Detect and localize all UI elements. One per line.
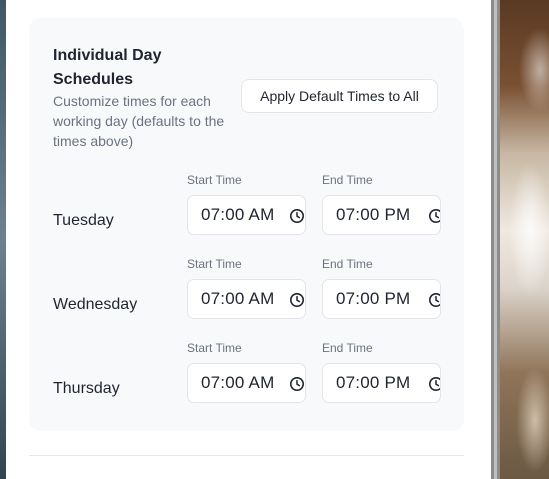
day-row-thursday: Thursday Start Time End Time 07:00 AM 07… (29, 341, 464, 411)
section-description: Customize times for each working day (de… (53, 93, 225, 149)
end-time-input[interactable]: 07:00 PM (322, 279, 441, 319)
end-time-label: End Time (322, 173, 373, 187)
clock-icon[interactable] (428, 208, 441, 224)
day-row-tuesday: Tuesday Start Time End Time 07:00 AM 07:… (29, 173, 464, 243)
apply-default-times-button[interactable]: Apply Default Times to All (241, 79, 438, 113)
end-time-value: 07:00 PM (336, 289, 411, 308)
end-time-label: End Time (322, 341, 373, 355)
day-label: Thursday (53, 380, 120, 397)
end-time-input[interactable]: 07:00 PM (322, 363, 441, 403)
start-time-value: 07:00 AM (201, 205, 275, 224)
start-time-value: 07:00 AM (201, 373, 275, 392)
end-time-value: 07:00 PM (336, 205, 411, 224)
end-time-input[interactable]: 07:00 PM (322, 195, 441, 235)
end-time-label: End Time (322, 257, 373, 271)
clock-icon[interactable] (428, 292, 441, 308)
clock-icon[interactable] (289, 292, 305, 308)
start-time-label: Start Time (187, 341, 242, 355)
start-time-input[interactable]: 07:00 AM (187, 195, 306, 235)
day-row-wednesday: Wednesday Start Time End Time 07:00 AM 0… (29, 257, 464, 327)
panel-edge-divider (491, 0, 500, 479)
day-label: Tuesday (53, 212, 114, 229)
section-divider (29, 455, 464, 456)
start-time-input[interactable]: 07:00 AM (187, 279, 306, 319)
clock-icon[interactable] (428, 376, 441, 392)
end-time-value: 07:00 PM (336, 373, 411, 392)
start-time-input[interactable]: 07:00 AM (187, 363, 306, 403)
section-title: Individual Day Schedules (53, 47, 162, 88)
day-label: Wednesday (53, 296, 138, 313)
background-photo (500, 0, 549, 479)
start-time-label: Start Time (187, 257, 242, 271)
start-time-value: 07:00 AM (201, 289, 275, 308)
start-time-label: Start Time (187, 173, 242, 187)
clock-icon[interactable] (289, 376, 305, 392)
individual-day-schedules-card: Individual Day Schedules Customize times… (29, 18, 464, 431)
clock-icon[interactable] (289, 208, 305, 224)
